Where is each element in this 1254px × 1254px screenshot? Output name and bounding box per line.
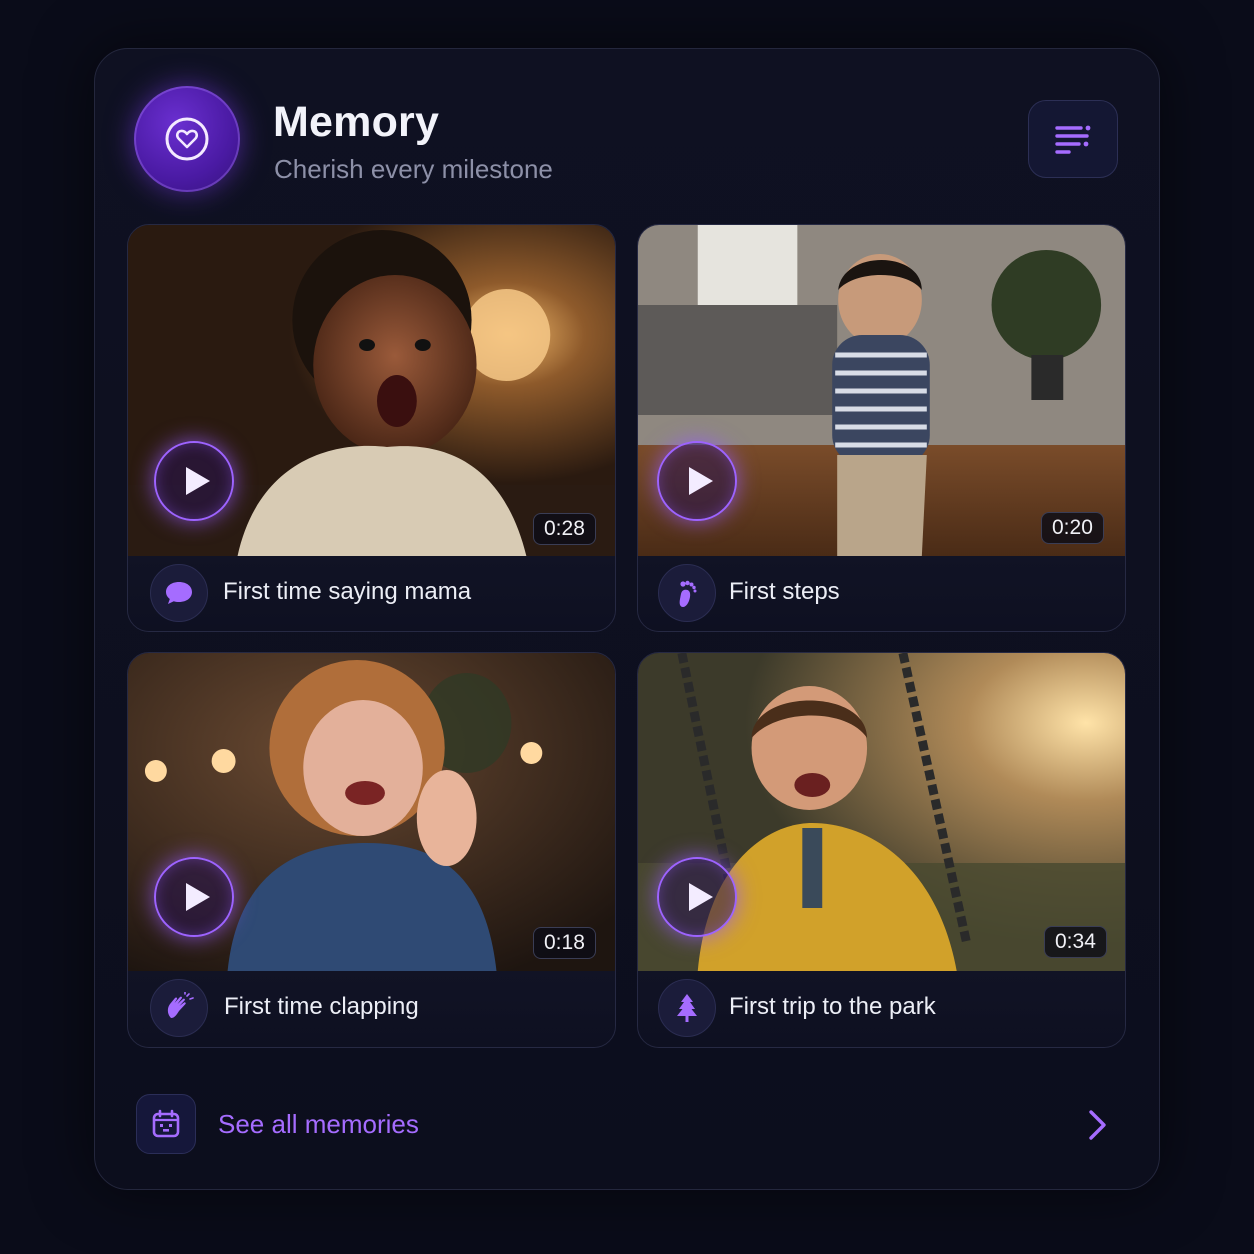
speech-bubble-icon <box>166 582 192 604</box>
duration-badge: 0:18 <box>533 927 596 959</box>
memory-tile[interactable]: 0:28 First time saying mama <box>127 224 616 632</box>
play-icon <box>689 883 713 911</box>
memory-caption: First steps <box>638 556 1125 631</box>
caption-icon-badge <box>150 564 208 622</box>
heart-icon <box>165 117 209 161</box>
caption-icon-badge <box>658 979 716 1037</box>
caption-icon-badge <box>658 564 716 622</box>
calendar-button[interactable] <box>136 1094 196 1154</box>
memory-caption: First time saying mama <box>128 556 615 631</box>
memory-thumbnail[interactable]: 0:18 <box>128 653 615 971</box>
sort-filter-icon <box>1055 125 1091 154</box>
play-button[interactable] <box>154 441 234 521</box>
memory-thumbnail[interactable]: 0:28 <box>128 225 615 556</box>
play-icon <box>186 883 210 911</box>
memory-title: First time saying mama <box>223 578 472 605</box>
memory-title: First steps <box>729 578 840 605</box>
memory-title: First trip to the park <box>729 993 936 1020</box>
clapping-hands-icon <box>167 992 194 1018</box>
footprint-icon <box>679 580 697 607</box>
tree-icon <box>677 994 697 1022</box>
calendar-icon <box>152 1109 180 1138</box>
duration-badge: 0:28 <box>533 513 596 545</box>
play-icon <box>186 467 210 495</box>
brand-badge <box>134 86 240 192</box>
memory-title: First time clapping <box>224 993 419 1020</box>
chevron-right-icon[interactable] <box>1080 1106 1114 1144</box>
page-subtitle: Cherish every milestone <box>274 154 553 184</box>
memory-thumbnail[interactable]: 0:34 <box>638 653 1125 971</box>
see-all-memories-link[interactable]: See all memories <box>218 1109 419 1140</box>
play-button[interactable] <box>657 441 737 521</box>
memory-thumbnail[interactable]: 0:20 <box>638 225 1125 556</box>
memory-caption: First time clapping <box>128 971 615 1047</box>
play-button[interactable] <box>657 857 737 937</box>
page-title: Memory <box>273 98 440 146</box>
play-button[interactable] <box>154 857 234 937</box>
duration-badge: 0:20 <box>1041 512 1104 544</box>
memory-screen: Memory Cherish every milestone 0:28 Firs… <box>0 0 1254 1254</box>
memory-caption: First trip to the park <box>638 971 1125 1047</box>
caption-icon-badge <box>150 979 208 1037</box>
memory-tile[interactable]: 0:20 First steps <box>637 224 1126 632</box>
memory-tile[interactable]: 0:34 First trip to the park <box>637 652 1126 1048</box>
filter-button[interactable] <box>1028 100 1118 178</box>
play-icon <box>689 467 713 495</box>
memory-tile[interactable]: 0:18 First time clapping <box>127 652 616 1048</box>
duration-badge: 0:34 <box>1044 926 1107 958</box>
